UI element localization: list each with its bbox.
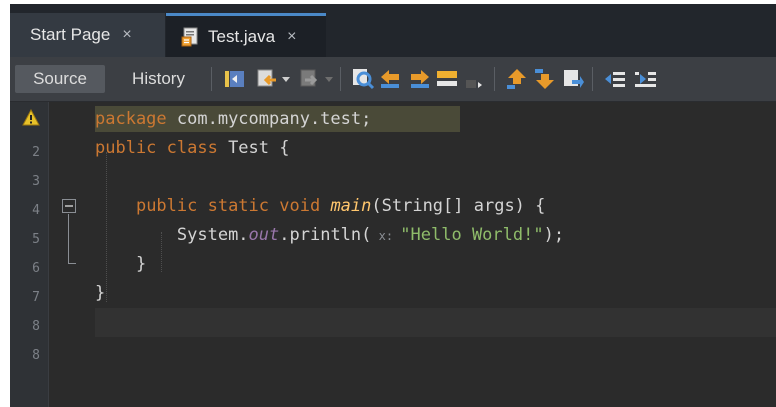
toggle-rectangular-selection-icon[interactable] [462, 66, 488, 92]
toggle-bookmark-icon[interactable] [560, 66, 586, 92]
string-literal: "Hello World!" [400, 225, 544, 245]
code-fold-column [49, 102, 95, 407]
forward-icon[interactable] [297, 66, 323, 92]
code-line-6: } [95, 250, 146, 279]
history-button[interactable]: History [116, 65, 201, 93]
line-number: 6 [32, 261, 40, 276]
shift-right-icon[interactable] [632, 66, 658, 92]
find-previous-icon[interactable] [378, 66, 404, 92]
line-number: 2 [32, 145, 40, 160]
system-object: System. [176, 225, 249, 245]
line-number: 5 [32, 232, 40, 247]
tab-label: Start Page [30, 25, 111, 44]
find-icon[interactable] [350, 66, 376, 92]
fold-end [68, 263, 76, 264]
dropdown-arrow-icon[interactable] [323, 66, 335, 92]
line-number: 4 [32, 203, 40, 218]
tab-label: Test.java [208, 26, 276, 46]
shift-left-icon[interactable] [602, 66, 628, 92]
class-declaration: Test { [217, 138, 290, 158]
line-number: 8 [32, 348, 40, 363]
closing-brace: } [95, 254, 147, 274]
collapse-icon[interactable] [62, 199, 76, 213]
fold-line [68, 214, 69, 264]
code-line-1: package com.mycompany.test; [95, 105, 371, 134]
package-name: com.mycompany.test; [166, 109, 372, 129]
last-edit-icon[interactable] [222, 66, 248, 92]
line-number: 3 [32, 174, 40, 189]
find-next-icon[interactable] [406, 66, 432, 92]
statement-end: ); [543, 225, 565, 245]
code-line-4: public static void main(String[] args) { [95, 192, 545, 221]
toolbar-separator [340, 67, 341, 91]
next-bookmark-icon[interactable] [532, 66, 558, 92]
line-number-gutter[interactable]: 2 3 4 5 6 7 8 8 [10, 102, 49, 407]
java-file-icon [180, 26, 202, 48]
tab-test-java[interactable]: Test.java × [166, 13, 326, 57]
code-line-7: } [95, 279, 105, 308]
println-call: .println( [279, 225, 372, 245]
method-name: main [330, 196, 372, 216]
keyword-public-class: public class [95, 138, 218, 158]
toggle-highlight-icon[interactable] [434, 66, 460, 92]
current-line-highlight [95, 308, 776, 337]
source-button[interactable]: Source [15, 65, 105, 93]
editor-tab-bar: Start Page × Test.java × [10, 4, 776, 57]
out-field: out [248, 225, 280, 245]
code-line-5: System.out.println( x: "Hello World!"); [95, 221, 564, 250]
toolbar-separator [592, 67, 593, 91]
keyword-modifiers: public static void [135, 196, 321, 216]
closing-brace: } [95, 283, 106, 303]
warning-icon[interactable] [22, 108, 40, 127]
parameter-hint: x: [371, 229, 401, 243]
ide-window: Start Page × Test.java × Source History [10, 4, 776, 407]
line-number: 7 [32, 290, 40, 305]
line-number: 8 [32, 319, 40, 334]
previous-bookmark-icon[interactable] [504, 66, 530, 92]
method-signature: (String[] args) { [371, 196, 546, 216]
close-icon[interactable]: × [287, 28, 296, 46]
close-icon[interactable]: × [122, 26, 131, 44]
tab-start-page[interactable]: Start Page × [10, 13, 165, 57]
dropdown-arrow-icon[interactable] [280, 66, 292, 92]
toolbar-separator [211, 67, 212, 91]
keyword-package: package [95, 109, 167, 129]
code-line-2: public class Test { [95, 134, 289, 163]
editor-toolbar: Source History [10, 57, 776, 102]
back-icon[interactable] [254, 66, 280, 92]
toolbar-separator [494, 67, 495, 91]
code-editor[interactable]: package com.mycompany.test; public class… [95, 102, 776, 407]
